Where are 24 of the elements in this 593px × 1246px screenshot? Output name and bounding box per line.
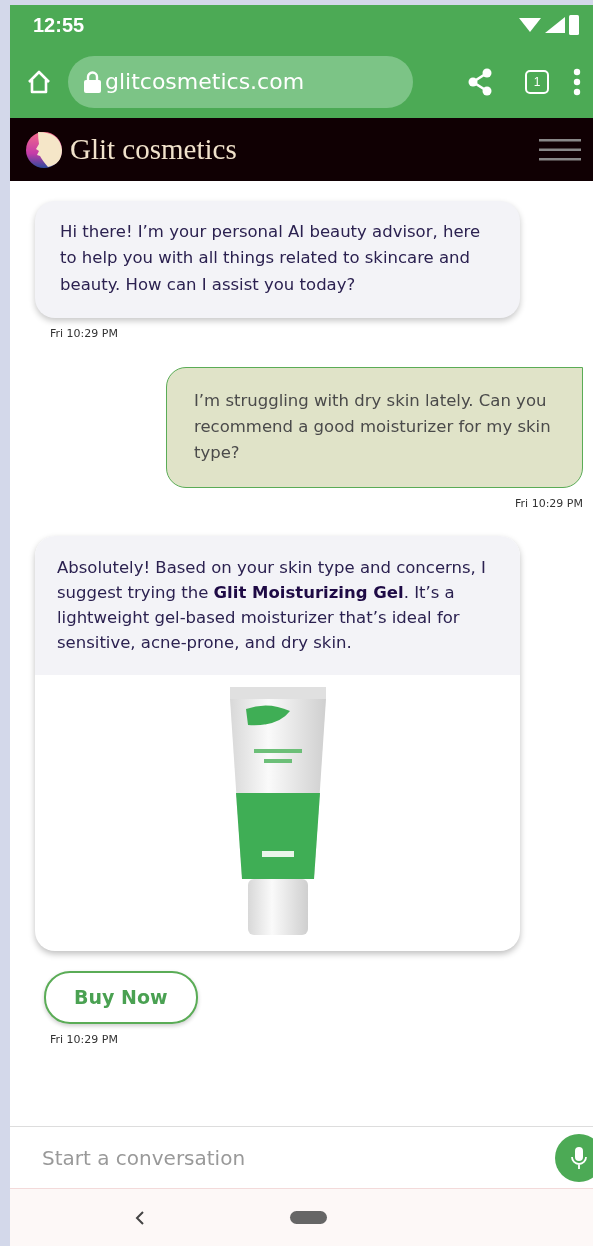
message-text: Absolutely! Based on your skin type and concerns, I suggest trying the Glit Moisturizing Gel. It’s a lightweight gel-based moisturizer that’s ideal for sensitive, acne-prone, and dry skin.: [35, 536, 520, 676]
message-time: Fri 10:29 PM: [515, 496, 583, 510]
battery-icon: [569, 15, 579, 35]
home-pill[interactable]: [290, 1211, 327, 1224]
microphone-icon: [571, 1145, 587, 1170]
status-time: 12:55: [33, 13, 85, 38]
signal-icon: [545, 17, 565, 33]
wifi-icon: [519, 17, 541, 33]
more-icon[interactable]: [573, 67, 581, 96]
home-icon[interactable]: [26, 68, 52, 95]
buy-now-button[interactable]: Buy Now: [44, 971, 198, 1024]
message-bubble: Hi there! I’m your personal AI beauty advisor, here to help you with all things related to skincare and beauty. How can I assist you today?: [35, 201, 520, 319]
message-bubble: I’m struggling with dry skin lately. Can you recommend a good moisturizer for my skin type?: [166, 366, 583, 488]
lock-icon: [84, 70, 101, 93]
address-bar[interactable]: glitcosmetics.com: [68, 55, 413, 108]
tab-switcher[interactable]: 1: [525, 69, 549, 94]
message-time: Fri 10:29 PM: [50, 1032, 118, 1046]
message-time: Fri 10:29 PM: [50, 327, 118, 341]
logo-icon: [26, 131, 62, 168]
microphone-button[interactable]: [555, 1133, 593, 1182]
share-icon[interactable]: [467, 67, 493, 96]
menu-icon[interactable]: [539, 137, 581, 162]
back-icon[interactable]: [135, 1209, 145, 1226]
url-text: glitcosmetics.com: [105, 68, 305, 96]
